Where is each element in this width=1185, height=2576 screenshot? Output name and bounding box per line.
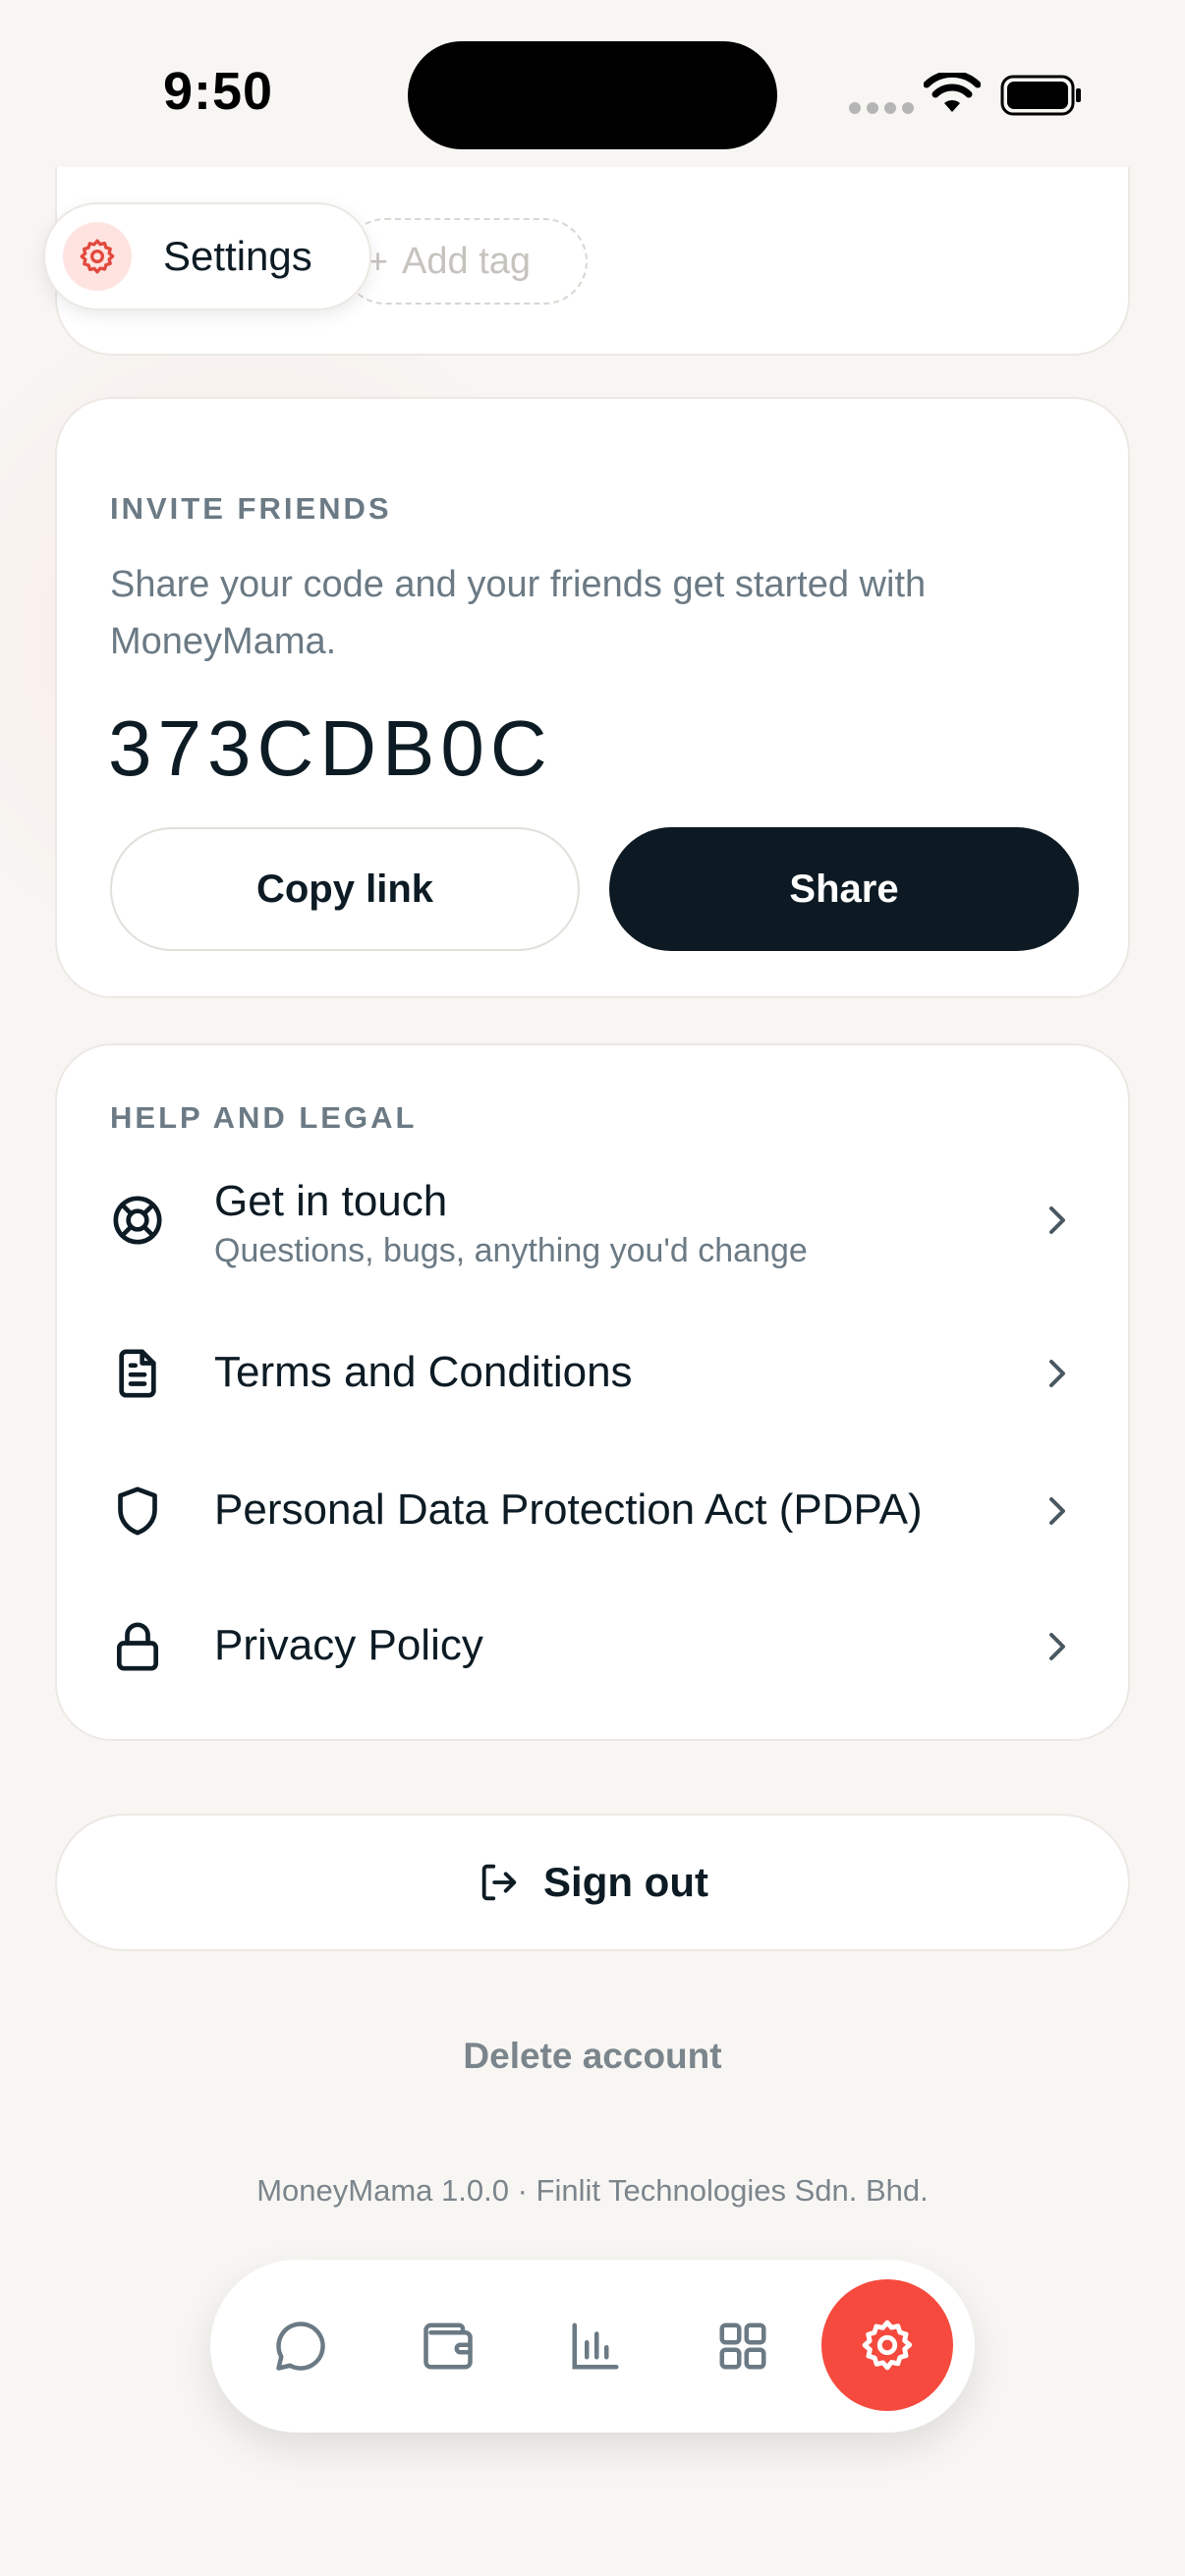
sign-out-icon xyxy=(481,1864,517,1901)
chevron-right-icon xyxy=(1049,1633,1065,1660)
gear-icon xyxy=(80,239,115,274)
document-icon xyxy=(110,1346,165,1401)
cellular-signal-icon xyxy=(849,102,914,114)
tab-wallet[interactable] xyxy=(407,2305,489,2387)
help-item-title: Terms and Conditions xyxy=(214,1348,633,1396)
battery-icon xyxy=(1000,75,1081,116)
chevron-right-icon xyxy=(1049,1360,1065,1387)
app-version-footer: MoneyMama 1.0.0 · Finlit Technologies Sd… xyxy=(256,2173,929,2208)
delete-account-link[interactable]: Delete account xyxy=(0,2036,1185,2077)
help-item-title: Privacy Policy xyxy=(214,1621,483,1669)
help-item-title: Personal Data Protection Act (PDPA) xyxy=(214,1485,923,1534)
settings-header-icon xyxy=(63,222,132,291)
page-title-pill: Settings xyxy=(43,202,371,310)
help-item-get-in-touch[interactable]: Get in touch Questions, bugs, anything y… xyxy=(57,1151,1128,1289)
help-item-privacy[interactable]: Privacy Policy xyxy=(57,1584,1128,1711)
tab-settings[interactable] xyxy=(821,2279,953,2411)
help-legal-card: HELP AND LEGAL Get in touch Questions, b… xyxy=(55,1043,1130,1741)
invite-friends-card: INVITE FRIENDS Share your code and your … xyxy=(55,397,1130,998)
invite-section-label: INVITE FRIENDS xyxy=(110,491,392,526)
tab-apps[interactable] xyxy=(702,2305,784,2387)
chevron-right-icon xyxy=(1049,1206,1065,1234)
chart-icon xyxy=(572,2323,619,2370)
gear-icon xyxy=(862,2320,913,2371)
bottom-tab-bar xyxy=(210,2260,975,2433)
status-time: 9:50 xyxy=(163,62,274,121)
sign-out-label: Sign out xyxy=(543,1859,708,1905)
copy-link-button[interactable]: Copy link xyxy=(110,827,580,951)
chat-icon xyxy=(276,2322,325,2371)
help-item-pdpa[interactable]: Personal Data Protection Act (PDPA) xyxy=(57,1448,1128,1576)
sign-out-button[interactable]: Sign out xyxy=(55,1814,1130,1951)
lock-icon xyxy=(110,1619,165,1674)
grid-icon xyxy=(719,2323,766,2370)
help-item-subtitle: Questions, bugs, anything you'd change xyxy=(214,1232,808,1269)
help-section-label: HELP AND LEGAL xyxy=(110,1100,418,1135)
tab-insights[interactable] xyxy=(554,2305,637,2387)
dynamic-island xyxy=(408,41,777,149)
lifebuoy-icon xyxy=(110,1193,165,1248)
tab-chat[interactable] xyxy=(259,2305,342,2387)
referral-code: 373CDB0C xyxy=(108,704,553,792)
settings-screen: 9:50 + Add tag Settings INVITE FRIENDS S… xyxy=(0,0,1185,2576)
wallet-icon xyxy=(423,2323,473,2370)
help-item-title: Get in touch xyxy=(214,1177,448,1225)
add-tag-label: Add tag xyxy=(402,240,532,282)
invite-description: Share your code and your friends get sta… xyxy=(110,564,927,662)
share-button[interactable]: Share xyxy=(609,827,1079,951)
page-title: Settings xyxy=(163,233,312,279)
add-tag-button[interactable]: + Add tag xyxy=(342,218,588,305)
shield-icon xyxy=(110,1484,165,1539)
help-item-terms[interactable]: Terms and Conditions xyxy=(57,1311,1128,1438)
chevron-right-icon xyxy=(1049,1497,1065,1525)
wifi-icon xyxy=(924,73,981,112)
